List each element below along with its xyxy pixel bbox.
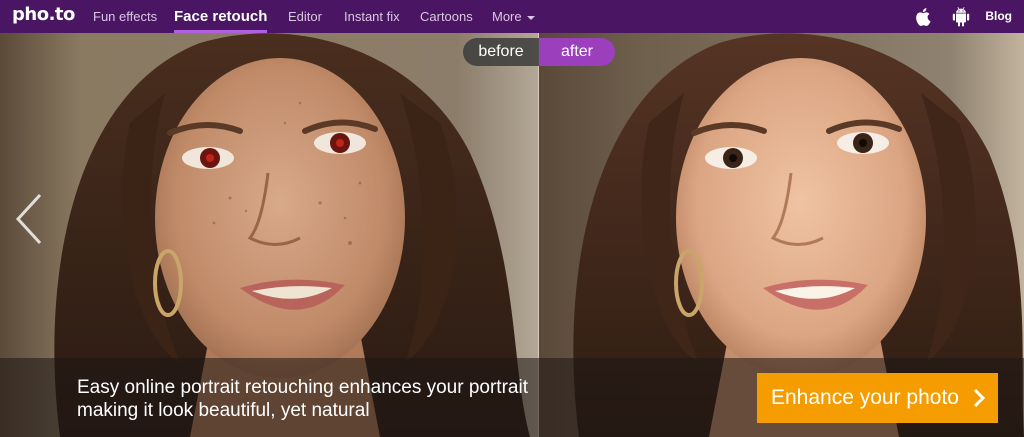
before-toggle-button[interactable]: before	[463, 38, 539, 66]
nav-item-more[interactable]: More	[492, 0, 535, 33]
top-navigation-bar: pho.to Fun effects Face retouch Editor I…	[0, 0, 1024, 33]
hero-tagline: Easy online portrait retouching enhances…	[77, 376, 557, 422]
hero-caption-band: Easy online portrait retouching enhances…	[0, 358, 1024, 437]
hero-tagline-line-1: Easy online portrait retouching enhances…	[77, 377, 528, 398]
nav-item-fun-effects[interactable]: Fun effects	[93, 0, 157, 33]
nav-item-cartoons[interactable]: Cartoons	[420, 0, 473, 33]
enhance-photo-button[interactable]: Enhance your photo	[757, 373, 998, 423]
previous-slide-arrow-icon[interactable]	[14, 193, 44, 245]
after-toggle-button[interactable]: after	[539, 38, 615, 66]
chevron-right-icon	[973, 388, 986, 408]
hero-tagline-line-2: making it look beautiful, yet natural	[77, 400, 370, 421]
before-after-toggle: before after	[463, 38, 615, 66]
nav-item-instant-fix[interactable]: Instant fix	[344, 0, 400, 33]
chevron-down-icon	[526, 15, 535, 20]
nav-item-editor[interactable]: Editor	[288, 0, 322, 33]
enhance-photo-button-label: Enhance your photo	[771, 386, 959, 409]
android-icon[interactable]	[951, 6, 971, 27]
nav-item-more-label: More	[492, 9, 522, 24]
nav-item-face-retouch[interactable]: Face retouch	[174, 0, 268, 33]
apple-icon[interactable]	[914, 6, 934, 27]
site-logo[interactable]: pho.to	[12, 4, 75, 25]
hero-slider: before after Easy online portrait retouc…	[0, 33, 1024, 437]
nav-blog-link[interactable]: Blog	[985, 0, 1012, 33]
